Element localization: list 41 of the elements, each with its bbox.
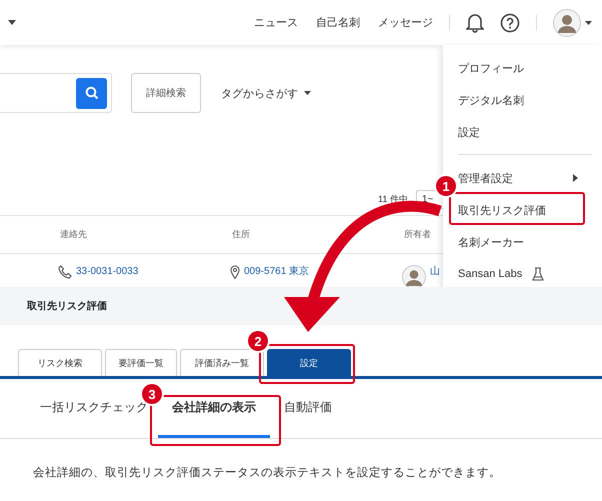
phone-icon	[58, 265, 72, 279]
address-link[interactable]: 009-5761 東京	[244, 265, 310, 279]
tab[interactable]: 評価済み一覧	[180, 349, 264, 376]
menu-item[interactable]: 設定	[458, 119, 480, 145]
tag-dropdown[interactable]: タグからさがす	[221, 86, 311, 100]
caret-icon[interactable]	[8, 20, 16, 25]
result-count: 11 件中	[378, 192, 408, 206]
column-header[interactable]: 連絡先	[60, 228, 232, 241]
tab[interactable]: リスク検索	[18, 349, 102, 376]
menu-item[interactable]: デジタル名刺	[458, 87, 524, 113]
nav-link[interactable]: 自己名刺	[316, 15, 360, 30]
tab[interactable]: 要評価一覧	[105, 349, 177, 376]
description-text: 会社詳細の、取引先リスク評価ステータスの表示テキストを設定することができます。	[32, 466, 502, 481]
menu-item[interactable]: Sansan Labs	[458, 261, 544, 287]
sub-tab[interactable]: 自動評価	[284, 379, 342, 438]
search-field[interactable]	[0, 73, 112, 113]
column-header[interactable]: 住所	[232, 228, 404, 241]
caret-icon[interactable]	[585, 20, 592, 24]
nav-link[interactable]: ニュース	[254, 15, 298, 30]
menu-item[interactable]: 名刺メーカー	[458, 229, 524, 255]
menu-item[interactable]: 取引先リスク評価	[458, 197, 546, 223]
menu-item[interactable]: プロフィール	[458, 55, 524, 81]
caret-icon	[304, 91, 311, 95]
advanced-search-button[interactable]: 詳細検索	[131, 73, 201, 113]
tab[interactable]: 設定	[267, 349, 351, 376]
step-badge: 1	[436, 176, 456, 196]
nav-link[interactable]: メッセージ	[378, 15, 433, 30]
submenu-arrow-icon	[573, 174, 578, 182]
panel-title: 取引先リスク評価	[27, 300, 107, 313]
bell-icon[interactable]	[466, 12, 484, 32]
step-badge: 3	[142, 384, 162, 404]
avatar-icon[interactable]	[553, 8, 581, 36]
phone-link[interactable]: 33-0031-0033	[76, 265, 138, 279]
menu-item[interactable]: 管理者設定	[458, 165, 578, 191]
flask-icon	[532, 267, 544, 281]
owner-link[interactable]: 山	[430, 265, 440, 279]
location-pin-icon	[230, 265, 240, 279]
step-badge: 2	[248, 331, 268, 351]
help-icon[interactable]	[500, 12, 520, 32]
search-icon	[84, 86, 98, 100]
search-button[interactable]	[76, 78, 107, 108]
